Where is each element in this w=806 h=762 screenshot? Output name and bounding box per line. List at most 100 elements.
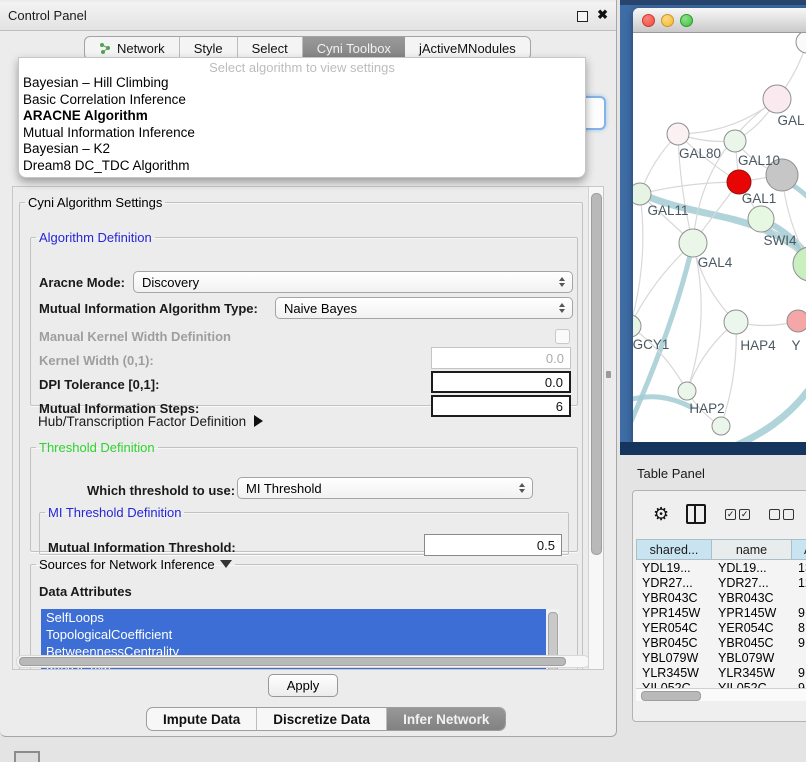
network-edge-thick[interactable] — [633, 185, 806, 261]
network-node[interactable] — [724, 310, 748, 334]
algorithm-dropdown-popup: Select algorithm to view settings Bayesi… — [18, 57, 586, 178]
network-node[interactable] — [712, 417, 730, 435]
table-row[interactable]: YBR045CYBR045C9. — [636, 635, 806, 650]
table-cell: YBL079W — [712, 650, 792, 665]
sources-toggle[interactable]: Sources for Network Inference — [36, 557, 235, 572]
tab-style[interactable]: Style — [180, 37, 238, 59]
network-edge[interactable] — [678, 99, 777, 134]
attribute-item-selected[interactable]: SelfLoops — [41, 609, 559, 626]
network-edge[interactable] — [687, 322, 736, 391]
network-node[interactable] — [724, 130, 746, 152]
table-row[interactable]: YER054CYER054C8. — [636, 620, 806, 635]
network-edge[interactable] — [640, 182, 739, 194]
network-edge[interactable] — [633, 326, 687, 391]
table-cell: YDR27... — [712, 575, 792, 590]
network-node-label: GAL1 — [742, 191, 777, 206]
dpi-tolerance-field[interactable]: 0.0 — [431, 371, 571, 393]
table-cell — [792, 590, 806, 605]
minimize-traffic-light[interactable] — [661, 14, 674, 27]
which-threshold-select[interactable]: MI Threshold — [237, 477, 533, 499]
columns-icon[interactable] — [686, 504, 706, 524]
table-cell: YBR043C — [636, 590, 712, 605]
combo-arrows-icon — [554, 277, 570, 287]
close-icon[interactable]: ✖ — [597, 7, 608, 23]
kernel-width-label: Kernel Width (0,1): — [39, 353, 154, 368]
aracne-mode-label: Aracne Mode: — [39, 275, 125, 290]
algorithm-option[interactable]: Basic Correlation Inference — [19, 92, 585, 109]
table-row[interactable]: YLR345WYLR345W9. — [636, 665, 806, 680]
select-all-checks-icon[interactable]: ✓ ✓ — [725, 509, 750, 520]
which-threshold-label: Which threshold to use: — [87, 483, 235, 498]
deselect-all-checks-icon[interactable] — [769, 509, 794, 520]
algorithm-option[interactable]: ARACNE Algorithm — [19, 108, 585, 125]
network-node[interactable] — [633, 183, 651, 205]
table-row[interactable]: YDL19...YDL19...13 — [636, 560, 806, 575]
table-cell — [792, 650, 806, 665]
network-canvas[interactable]: GALGAL80GAL10GAL1GAL11SWI4GAL4GCY1HAP4YH… — [633, 33, 806, 443]
table-row[interactable]: YDR27...YDR27...12 — [636, 575, 806, 590]
network-node-label: GAL11 — [647, 203, 688, 218]
threshold-definition-group: Threshold Definition Which threshold to … — [30, 440, 578, 552]
attribute-item-selected[interactable]: TopologicalCoefficient — [41, 626, 559, 643]
network-node[interactable] — [679, 229, 707, 257]
tab-infer-network[interactable]: Infer Network — [387, 708, 505, 730]
table-row[interactable]: YBR043CYBR043C — [636, 590, 806, 605]
network-node[interactable] — [763, 85, 791, 113]
panel-edge-top — [620, 0, 806, 5]
hub-definition-toggle[interactable]: Hub/Transcription Factor Definition — [38, 414, 263, 429]
close-traffic-light[interactable] — [642, 14, 655, 27]
network-node[interactable] — [793, 247, 806, 281]
network-view-window: GALGAL80GAL10GAL1GAL11SWI4GAL4GCY1HAP4YH… — [633, 8, 806, 443]
column-header[interactable]: name — [712, 539, 792, 560]
mi-algorithm-type-select[interactable]: Naive Bayes — [275, 297, 573, 319]
network-node[interactable] — [667, 123, 689, 145]
tab-label: Network — [117, 41, 165, 56]
algorithm-option[interactable]: Mutual Information Inference — [19, 125, 585, 142]
horizontal-scrollbar-thumb[interactable] — [19, 657, 566, 666]
float-window-icon[interactable] — [577, 11, 588, 22]
table-row[interactable]: YBL079WYBL079W — [636, 650, 806, 665]
table-scrollbar-thumb[interactable] — [641, 691, 701, 701]
mi-steps-field[interactable]: 6 — [431, 395, 571, 417]
minimized-window-icon[interactable] — [14, 751, 40, 762]
tab-select[interactable]: Select — [238, 37, 303, 59]
algorithm-option[interactable]: Bayesian – K2 — [19, 141, 585, 158]
tab-cyni-toolbox[interactable]: Cyni Toolbox — [303, 37, 405, 59]
network-node[interactable] — [748, 206, 774, 232]
vertical-scrollbar-thumb[interactable] — [591, 193, 602, 555]
horizontal-scrollbar[interactable] — [16, 655, 590, 668]
apply-button[interactable]: Apply — [268, 674, 338, 697]
tab-impute-data[interactable]: Impute Data — [147, 708, 257, 730]
table-row[interactable]: YPR145WYPR145W9. — [636, 605, 806, 620]
network-node[interactable] — [787, 310, 806, 332]
kernel-width-field[interactable]: 0.0 — [431, 347, 571, 369]
table-cell: YBL079W — [636, 650, 712, 665]
algorithm-option[interactable]: Bayesian – Hill Climbing — [19, 75, 585, 92]
group-title: Algorithm Definition — [36, 230, 155, 245]
manual-kernel-checkbox[interactable] — [555, 329, 570, 344]
network-node[interactable] — [796, 33, 806, 53]
which-threshold-value: MI Threshold — [238, 481, 514, 496]
splitter-handle[interactable] — [606, 371, 611, 378]
mi-threshold-field[interactable]: 0.5 — [424, 534, 562, 556]
column-header[interactable]: A — [792, 539, 806, 560]
column-header[interactable]: shared... — [636, 539, 712, 560]
unchecked-box-icon — [783, 509, 794, 520]
tab-network[interactable]: Network — [85, 37, 180, 59]
network-window-titlebar — [633, 8, 806, 33]
table-horizontal-scrollbar[interactable] — [636, 688, 806, 701]
algorithm-option[interactable]: Dream8 DC_TDC Algorithm — [19, 158, 585, 175]
gear-icon[interactable]: ⚙ — [653, 504, 669, 525]
tab-label: Style — [194, 41, 223, 56]
sources-title: Sources for Network Inference — [39, 557, 215, 572]
tab-label: Select — [252, 41, 288, 56]
zoom-traffic-light[interactable] — [680, 14, 693, 27]
panel-edge-bottom — [620, 442, 806, 455]
vertical-scrollbar[interactable] — [588, 187, 603, 669]
network-node[interactable] — [678, 382, 696, 400]
network-edge-thick[interactable] — [723, 381, 806, 443]
table-cell: 9. — [792, 665, 806, 680]
tab-jactivemnodules[interactable]: jActiveMNodules — [405, 37, 530, 59]
aracne-mode-select[interactable]: Discovery — [133, 271, 573, 293]
tab-discretize-data[interactable]: Discretize Data — [257, 708, 387, 730]
